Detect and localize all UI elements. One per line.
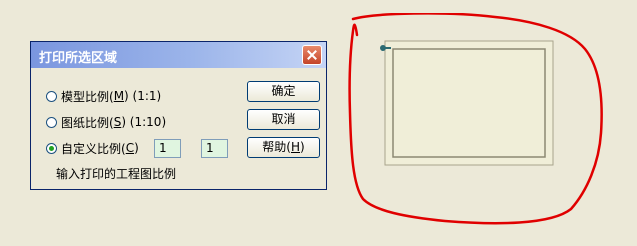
dialog-title: 打印所选区域 [39, 51, 118, 66]
radio-model-scale[interactable]: 模型比例(M) (1:1) [46, 88, 161, 104]
radio-custom-scale-suffix: ) [134, 141, 139, 155]
ratio-right-input[interactable]: 1 [201, 139, 228, 158]
print-area-dialog: 打印所选区域 模型比例(M) (1:1) 图纸比例(S) (1:10) 自定义比… [30, 41, 327, 190]
radio-paper-scale-label: 图纸比例( [61, 115, 114, 130]
radio-model-scale-label: 模型比例( [61, 89, 114, 104]
mnemonic-s: S [113, 115, 122, 129]
ratio-hint-text: 输入打印的工程图比例 [56, 167, 177, 181]
ratio-left-input[interactable]: 1 [154, 139, 181, 158]
mnemonic-c: C [125, 141, 135, 155]
help-button-label: 帮助( [262, 140, 291, 154]
ok-button[interactable]: 确定 [247, 81, 320, 102]
print-preview-area [348, 13, 603, 225]
dialog-titlebar[interactable]: 打印所选区域 [31, 42, 326, 68]
radio-model-scale-indicator[interactable] [46, 90, 57, 102]
mnemonic-h: H [290, 140, 301, 154]
radio-paper-scale-ratio: ) (1:10) [121, 115, 167, 129]
help-button-suffix: ) [300, 140, 305, 154]
radio-model-scale-ratio: ) (1:1) [124, 89, 162, 103]
preview-frame-inner [392, 48, 546, 158]
close-icon[interactable] [302, 45, 322, 65]
radio-custom-scale-indicator[interactable] [46, 142, 57, 154]
help-button[interactable]: 帮助(H) [247, 137, 320, 158]
cancel-button[interactable]: 取消 [247, 109, 320, 130]
mnemonic-m: M [113, 89, 125, 103]
radio-paper-scale-indicator[interactable] [46, 116, 57, 128]
radio-custom-scale[interactable]: 自定义比例(C) [46, 140, 139, 156]
radio-custom-scale-label: 自定义比例( [61, 141, 126, 156]
radio-paper-scale[interactable]: 图纸比例(S) (1:10) [46, 114, 166, 130]
